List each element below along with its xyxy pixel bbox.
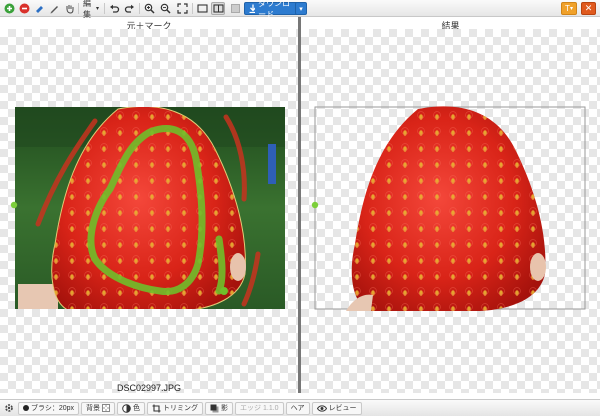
edge-label: エッジ 1.1.0 bbox=[240, 405, 279, 412]
edit-menu-label: 編集 bbox=[83, 0, 91, 19]
brush-size-button[interactable]: ブラシ：20px bbox=[18, 401, 80, 415]
hair-button[interactable]: ヘア bbox=[285, 401, 310, 415]
shadow-icon bbox=[210, 404, 219, 412]
hair-label: ヘア bbox=[290, 405, 305, 412]
zoom-in-icon bbox=[144, 3, 155, 14]
caret-down-icon: ▾ bbox=[569, 6, 573, 12]
download-options-button[interactable]: ▾ bbox=[295, 2, 307, 15]
fit-screen-button[interactable] bbox=[176, 2, 189, 15]
review-label: レビュー bbox=[328, 405, 357, 412]
eraser-icon bbox=[35, 6, 43, 13]
settings-button[interactable] bbox=[2, 402, 16, 415]
toolbar-separator bbox=[139, 3, 140, 14]
hand-icon bbox=[66, 5, 73, 14]
plus-circle-icon bbox=[4, 3, 14, 14]
add-mark-button[interactable] bbox=[3, 2, 15, 15]
close-button[interactable]: ✕ bbox=[581, 2, 596, 15]
foreground-mark-dot bbox=[220, 287, 228, 295]
edit-menu[interactable]: 編集 ▾ bbox=[80, 0, 102, 19]
bottom-toolbar: ブラシ：20px 背景 色 トリミング 影 エッジ 1.1.0 ヘア レビュー bbox=[0, 399, 600, 416]
download-button[interactable]: ダウンロード bbox=[244, 0, 300, 19]
minus-circle-icon bbox=[19, 3, 29, 14]
pen-tool-button[interactable] bbox=[48, 2, 60, 15]
toolbar-separator bbox=[104, 3, 105, 14]
transparency-swatch-icon bbox=[102, 404, 111, 412]
original-canvas[interactable] bbox=[0, 29, 298, 393]
foreground-mark-stroke bbox=[215, 235, 226, 295]
redo-icon bbox=[124, 4, 134, 13]
crop-icon bbox=[152, 404, 161, 412]
remove-mark-button[interactable] bbox=[18, 2, 30, 15]
top-toolbar: 編集 ▾ ダウンロード ▾ T ▾ ✕ bbox=[0, 0, 600, 19]
pan-tool-button[interactable] bbox=[63, 2, 75, 15]
undo-button[interactable] bbox=[108, 2, 121, 15]
grid-icon bbox=[231, 4, 240, 13]
zoom-out-icon bbox=[160, 3, 171, 14]
trimming-label: トリミング bbox=[163, 405, 199, 412]
zoom-out-button[interactable] bbox=[159, 2, 172, 15]
original-image-view[interactable] bbox=[0, 29, 298, 393]
color-label: 色 bbox=[133, 405, 141, 412]
toolbar-separator bbox=[78, 3, 79, 14]
caret-down-icon: ▾ bbox=[95, 6, 99, 12]
toolbar-separator bbox=[192, 3, 193, 14]
brush-size-label: ブラシ：20px bbox=[31, 405, 75, 412]
left-drag-handle[interactable] bbox=[10, 201, 18, 209]
result-canvas[interactable] bbox=[301, 29, 600, 393]
trimming-button[interactable]: トリミング bbox=[147, 401, 204, 415]
shadow-button[interactable]: 影 bbox=[205, 401, 234, 415]
split-view-button[interactable] bbox=[211, 2, 225, 15]
download-label: ダウンロード bbox=[258, 0, 291, 19]
split-pane-icon bbox=[212, 4, 224, 13]
contrast-icon bbox=[122, 403, 131, 413]
color-button[interactable]: 色 bbox=[117, 401, 146, 415]
redo-button[interactable] bbox=[123, 2, 136, 15]
background-button[interactable]: 背景 bbox=[81, 401, 116, 415]
zoom-in-button[interactable] bbox=[143, 2, 156, 15]
single-view-button[interactable] bbox=[196, 2, 209, 15]
undo-icon bbox=[110, 4, 120, 13]
toolbox-button[interactable]: T ▾ bbox=[561, 2, 577, 15]
result-image-view[interactable] bbox=[301, 29, 600, 393]
edge-button[interactable]: エッジ 1.1.0 bbox=[235, 401, 284, 415]
brush-icon bbox=[23, 405, 29, 411]
review-button[interactable]: レビュー bbox=[311, 401, 362, 415]
right-drag-handle[interactable] bbox=[311, 201, 319, 209]
shadow-label: 影 bbox=[221, 405, 229, 412]
caret-down-icon: ▾ bbox=[299, 5, 303, 13]
single-pane-icon bbox=[197, 4, 208, 13]
image-filename: DSC02997.JPG bbox=[116, 383, 182, 393]
eraser-button[interactable] bbox=[33, 2, 45, 15]
pen-icon bbox=[50, 6, 58, 14]
grid-button[interactable] bbox=[230, 2, 241, 15]
download-icon bbox=[249, 4, 256, 13]
expand-icon bbox=[177, 3, 188, 14]
gear-icon bbox=[5, 404, 13, 412]
eye-icon bbox=[316, 404, 327, 412]
close-icon: ✕ bbox=[584, 3, 593, 13]
background-label: 背景 bbox=[86, 405, 101, 412]
